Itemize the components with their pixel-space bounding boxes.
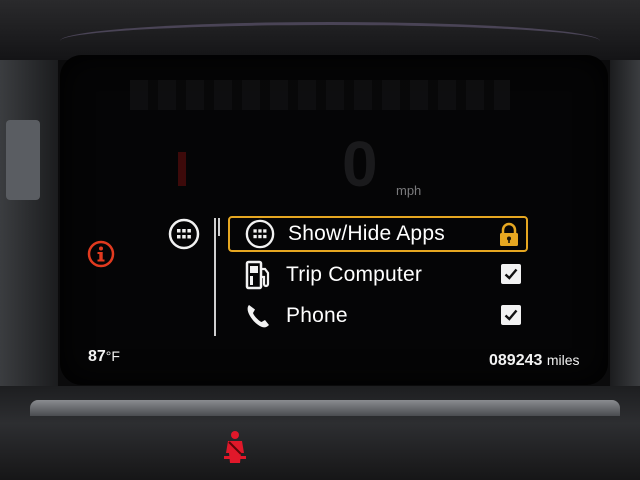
left-side-panel (0, 60, 58, 390)
check-icon (501, 305, 521, 325)
dashboard-bezel-bottom (0, 386, 640, 480)
tachometer-ghost-segments (130, 80, 510, 110)
odometer-value: 089243 (489, 352, 543, 369)
trip-computer-checkbox[interactable] (498, 261, 524, 287)
right-side-panel (610, 60, 640, 390)
menu-item-label: Trip Computer (286, 263, 423, 286)
temperature-unit: °F (105, 348, 120, 364)
menu-item-phone[interactable]: Phone (228, 298, 528, 334)
odometer-unit: miles (546, 352, 580, 368)
menu-item-label: Phone (286, 304, 348, 327)
outside-temperature: 87°F (88, 348, 120, 366)
phone-checkbox[interactable] (498, 302, 524, 328)
menu-item-label: Show/Hide Apps (288, 222, 445, 245)
bezel-trim-strip (30, 400, 620, 416)
menu-item-show-hide-apps[interactable]: Show/Hide Apps (228, 216, 528, 252)
phone-icon (240, 298, 276, 334)
lock-icon (496, 222, 522, 248)
seatbelt-warning-icon (224, 431, 246, 463)
fuel-pump-icon (240, 257, 276, 293)
speed-value: 0 (342, 128, 378, 200)
speed-unit: mph (396, 183, 422, 198)
left-panel-tab (6, 120, 40, 200)
info-icon (87, 240, 115, 268)
redline-ghost-bar (178, 152, 186, 186)
temperature-value: 87 (88, 348, 106, 365)
odometer: 089243 miles (489, 352, 580, 370)
apps-grid-icon[interactable] (168, 218, 200, 250)
scroll-indicator (218, 218, 220, 236)
menu-item-trip-computer[interactable]: Trip Computer (228, 257, 528, 293)
apps-grid-icon (242, 216, 278, 252)
check-icon (501, 264, 521, 284)
menu-divider (214, 218, 216, 336)
